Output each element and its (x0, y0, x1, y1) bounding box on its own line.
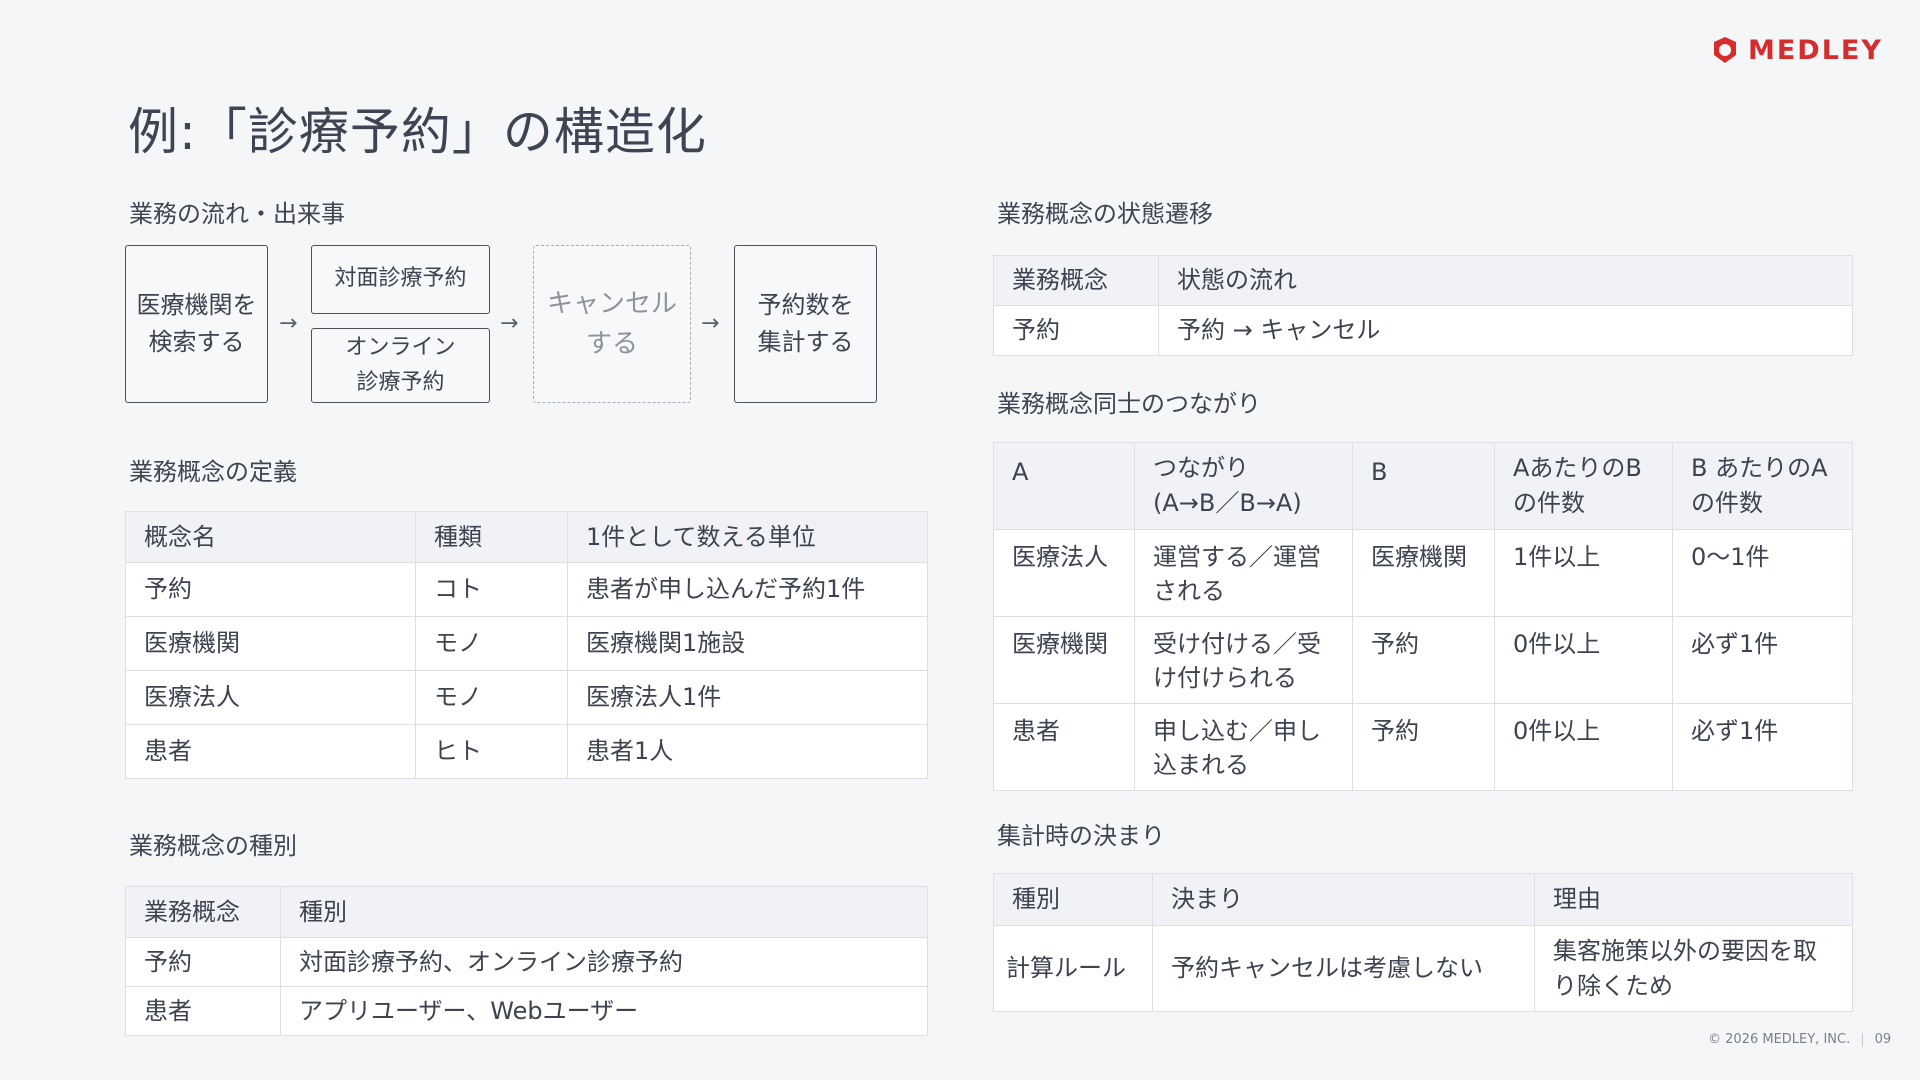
column-header: 業務概念 (993, 255, 1159, 306)
table-cell: 医療法人 (993, 528, 1135, 617)
column-header: 理由 (1534, 873, 1853, 926)
table-cell: 予約 (1352, 702, 1495, 791)
flow-step-count: 予約数を 集計する (734, 245, 877, 403)
arrow-icon: → (279, 311, 298, 336)
arrow-icon: → (701, 311, 720, 336)
flow-step-inperson: 対面診療予約 (311, 245, 490, 314)
table-row: 医療法人 運営する／運営 される 医療機関 1件以上 0〜1件 (993, 528, 1853, 617)
column-header: つながり (A→B／B→A) (1134, 442, 1353, 530)
table-cell: 0件以上 (1494, 702, 1673, 791)
footer: © 2026 MEDLEY, INC. | 09 (1708, 1032, 1891, 1047)
table-cell: アプリユーザー、Webユーザー (280, 986, 928, 1036)
brand-name: MEDLEY (1748, 34, 1883, 66)
column-header: 業務概念 (125, 886, 281, 938)
table-cell: 患者 (993, 702, 1135, 791)
column-header: 種類 (415, 511, 568, 563)
table-row: 予約 対面診療予約、オンライン診療予約 (125, 937, 928, 987)
table-cell: モノ (415, 670, 568, 725)
column-header: 種別 (280, 886, 928, 938)
column-header: 概念名 (125, 511, 416, 563)
table-row: 予約 予約 → キャンセル (993, 305, 1853, 356)
relations-table: A つながり (A→B／B→A) B AあたりのB の件数 B あたりのA の件… (993, 442, 1853, 791)
table-cell: 患者 (125, 986, 281, 1036)
relations-heading: 業務概念同士のつながり (997, 390, 1261, 418)
table-cell: 0〜1件 (1672, 528, 1853, 617)
table-row: 患者 申し込む／申し 込まれる 予約 0件以上 必ず1件 (993, 702, 1853, 791)
column-header: B あたりのA の件数 (1672, 442, 1853, 530)
table-row: 患者 ヒト 患者1人 (125, 724, 928, 779)
definitions-heading: 業務概念の定義 (129, 458, 297, 486)
table-cell: 申し込む／申し 込まれる (1134, 702, 1353, 791)
column-header: B (1352, 442, 1495, 530)
table-row: 患者 アプリユーザー、Webユーザー (125, 986, 928, 1036)
column-header: AあたりのB の件数 (1494, 442, 1673, 530)
table-header-row: 業務概念 種別 (125, 886, 928, 938)
arrow-icon: → (500, 311, 519, 336)
table-cell: 予約 → キャンセル (1158, 305, 1853, 356)
table-row: 医療法人 モノ 医療法人1件 (125, 670, 928, 725)
types-heading: 業務概念の種別 (129, 832, 297, 860)
table-header-row: 種別 決まり 理由 (993, 873, 1853, 926)
table-cell: 患者 (125, 724, 416, 779)
column-header: 状態の流れ (1158, 255, 1853, 306)
table-cell: 予約 (125, 562, 416, 617)
rules-heading: 集計時の決まり (997, 822, 1165, 850)
table-cell: 医療法人 (125, 670, 416, 725)
medley-logo: MEDLEY (1710, 32, 1890, 68)
flow-step-online: オンライン 診療予約 (311, 328, 490, 403)
table-cell: 医療機関 (1352, 528, 1495, 617)
table-cell: 医療機関 (125, 616, 416, 671)
table-row: 医療機関 モノ 医療機関1施設 (125, 616, 928, 671)
table-cell: 予約 (993, 305, 1159, 356)
table-cell: ヒト (415, 724, 568, 779)
flow-heading: 業務の流れ・出来事 (129, 200, 345, 228)
table-header-row: A つながり (A→B／B→A) B AあたりのB の件数 B あたりのA の件… (993, 442, 1853, 530)
page-number: 09 (1874, 1032, 1892, 1047)
table-cell: 1件以上 (1494, 528, 1673, 617)
table-cell: 医療機関 (993, 615, 1135, 704)
rules-table: 種別 決まり 理由 計算ルール 予約キャンセルは考慮しない 集客施策以外の要因を… (993, 873, 1853, 1012)
table-cell: 計算ルール (993, 925, 1153, 1012)
table-cell: 医療法人1件 (567, 670, 928, 725)
flow-step-cancel: キャンセル する (533, 245, 691, 403)
column-header: 1件として数える単位 (567, 511, 928, 563)
column-header: A (993, 442, 1135, 530)
page-title: 例:「診療予約」の構造化 (128, 103, 707, 161)
table-cell: コト (415, 562, 568, 617)
types-table: 業務概念 種別 予約 対面診療予約、オンライン診療予約 患者 アプリユーザー、W… (125, 886, 928, 1036)
states-heading: 業務概念の状態遷移 (997, 200, 1213, 228)
table-cell: 患者1人 (567, 724, 928, 779)
table-header-row: 概念名 種類 1件として数える単位 (125, 511, 928, 563)
states-table: 業務概念 状態の流れ 予約 予約 → キャンセル (993, 255, 1853, 356)
table-header-row: 業務概念 状態の流れ (993, 255, 1853, 306)
column-header: 決まり (1152, 873, 1535, 926)
table-cell: 予約キャンセルは考慮しない (1152, 925, 1535, 1012)
flow-step-search: 医療機関を 検索する (125, 245, 268, 403)
table-cell: 対面診療予約、オンライン診療予約 (280, 937, 928, 987)
definitions-table: 概念名 種類 1件として数える単位 予約 コト 患者が申し込んだ予約1件 医療機… (125, 511, 928, 779)
table-cell: 受け付ける／受 け付けられる (1134, 615, 1353, 704)
table-row: 計算ルール 予約キャンセルは考慮しない 集客施策以外の要因を取 り除くため (993, 925, 1853, 1012)
footer-divider: | (1860, 1032, 1865, 1047)
table-cell: 予約 (125, 937, 281, 987)
table-row: 予約 コト 患者が申し込んだ予約1件 (125, 562, 928, 617)
column-header: 種別 (993, 873, 1153, 926)
table-cell: 0件以上 (1494, 615, 1673, 704)
table-row: 医療機関 受け付ける／受 け付けられる 予約 0件以上 必ず1件 (993, 615, 1853, 704)
table-cell: 必ず1件 (1672, 615, 1853, 704)
table-cell: モノ (415, 616, 568, 671)
table-cell: 運営する／運営 される (1134, 528, 1353, 617)
table-cell: 必ず1件 (1672, 702, 1853, 791)
table-cell: 患者が申し込んだ予約1件 (567, 562, 928, 617)
medley-logo-icon (1714, 37, 1736, 63)
table-cell: 医療機関1施設 (567, 616, 928, 671)
table-cell: 集客施策以外の要因を取 り除くため (1534, 925, 1853, 1012)
copyright: © 2026 MEDLEY, INC. (1708, 1032, 1851, 1047)
table-cell: 予約 (1352, 615, 1495, 704)
